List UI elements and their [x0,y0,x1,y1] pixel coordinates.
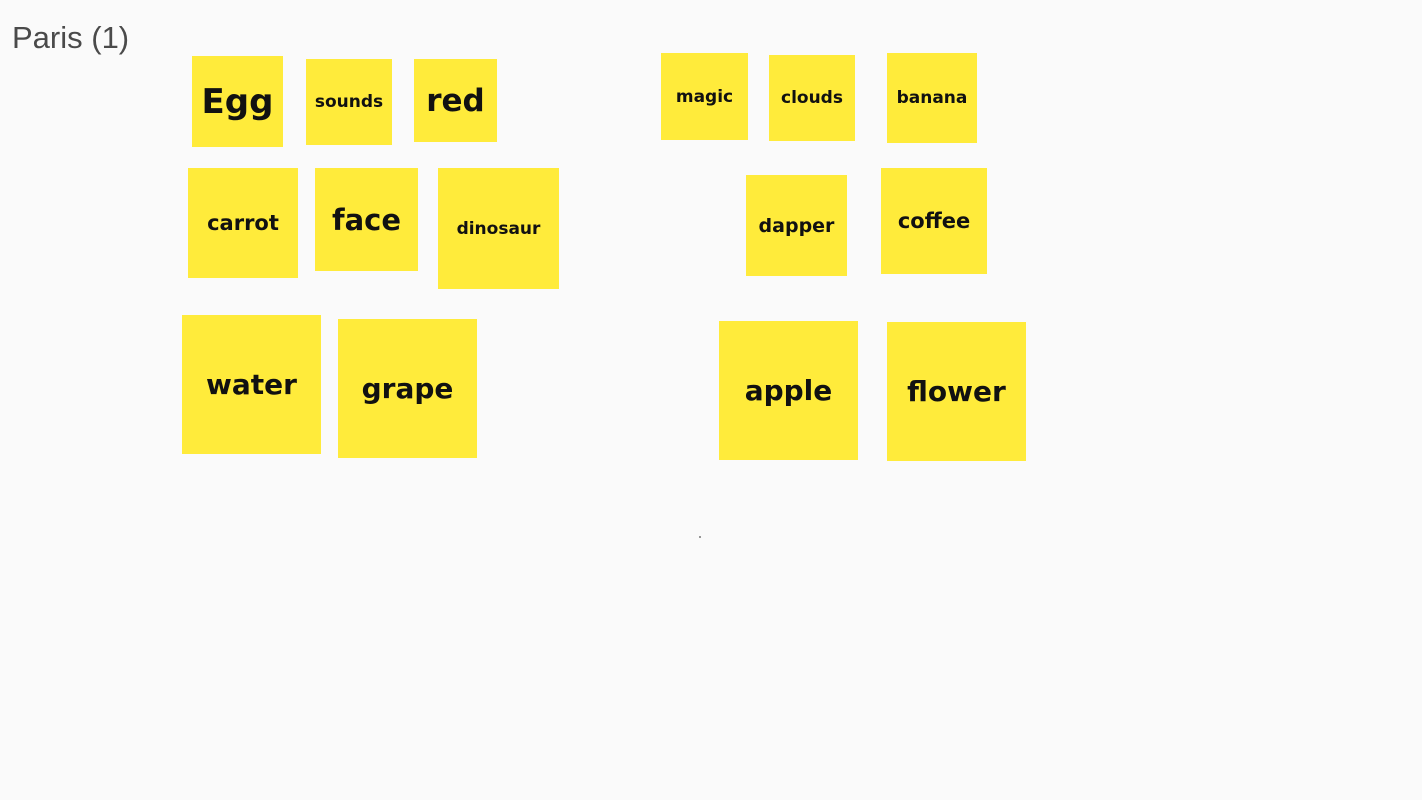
sticky-note-label: water [206,368,297,401]
sticky-note-label: apple [744,374,833,407]
sticky-note-face[interactable]: face [315,168,418,271]
sticky-note-clouds[interactable]: clouds [769,55,855,141]
sticky-note-water[interactable]: water [182,315,321,454]
sticky-note-dapper[interactable]: dapper [746,175,847,276]
sticky-note-label: sounds [314,92,384,112]
sticky-note-label: magic [675,86,734,107]
sticky-note-label: Egg [201,81,274,122]
whiteboard-canvas[interactable]: Paris (1) Egg sounds red carrot face din… [0,0,1422,800]
sticky-note-label: dapper [758,214,835,237]
sticky-note-label: grape [361,372,454,405]
sticky-note-dinosaur[interactable]: dinosaur [438,168,559,289]
sticky-note-coffee[interactable]: coffee [881,168,987,274]
sticky-note-apple[interactable]: apple [719,321,858,460]
sticky-note-carrot[interactable]: carrot [188,168,298,278]
sticky-note-label: clouds [781,88,843,108]
canvas-speck [699,536,701,538]
sticky-note-label: face [331,202,402,237]
sticky-note-grape[interactable]: grape [338,319,477,458]
sticky-note-label: carrot [207,211,279,235]
sticky-note-label: red [426,82,485,119]
sticky-note-sounds[interactable]: sounds [306,59,392,145]
sticky-note-egg[interactable]: Egg [192,56,283,147]
sticky-note-red[interactable]: red [414,59,497,142]
sticky-note-label: coffee [897,209,971,233]
sticky-note-label: flower [907,375,1006,408]
sticky-note-label: banana [896,88,968,108]
sticky-note-banana[interactable]: banana [887,53,977,143]
sticky-note-label: dinosaur [456,218,541,239]
board-title: Paris (1) [12,20,130,55]
sticky-note-magic[interactable]: magic [661,53,748,140]
sticky-note-flower[interactable]: flower [887,322,1026,461]
